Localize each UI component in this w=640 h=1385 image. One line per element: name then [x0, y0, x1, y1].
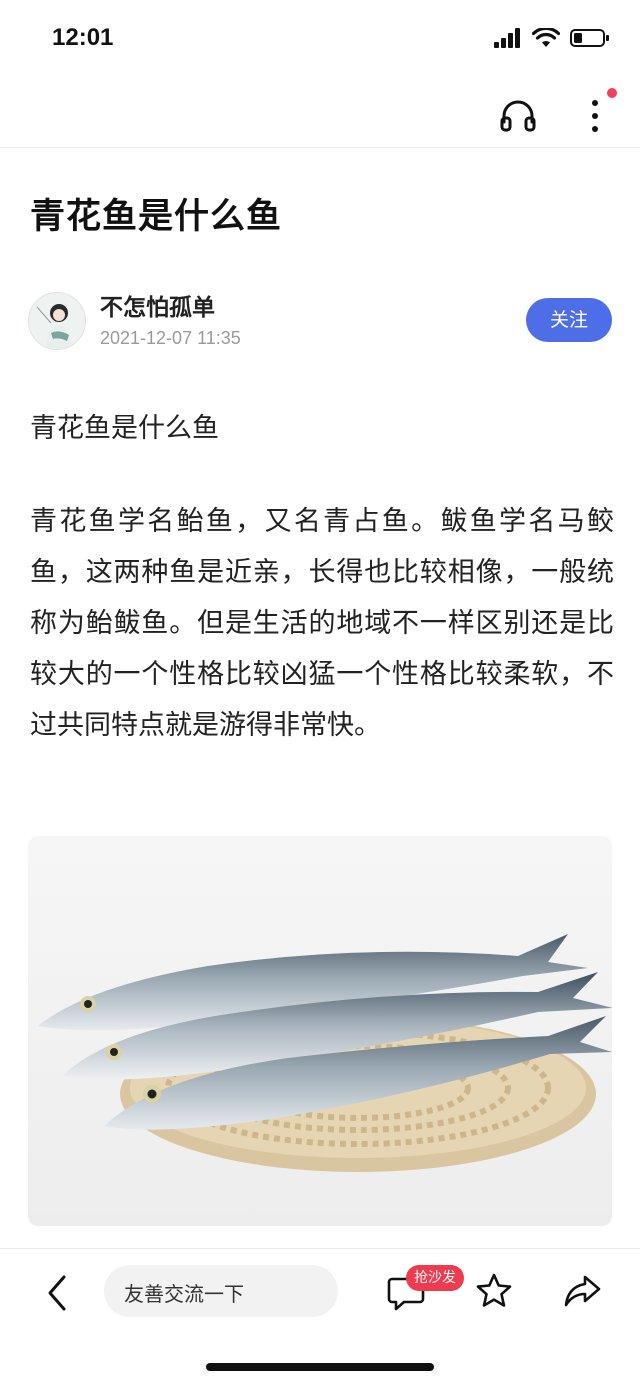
status-bar: 12:01: [0, 0, 640, 80]
top-bar: [0, 80, 640, 148]
wifi-icon: [532, 28, 560, 47]
article-body-paragraph: 青花鱼学名鲐鱼，又名青占鱼。鲅鱼学名马鲛鱼，这两种鱼是近亲，长得也比较相像，一般…: [30, 506, 614, 741]
post-time: 2021-12-07 11:35: [100, 328, 241, 348]
article-title: 青花鱼是什么鱼: [30, 197, 283, 237]
comment-placeholder: 友善交流一下: [124, 1282, 244, 1306]
status-time: 12:01: [52, 24, 114, 51]
follow-button[interactable]: 关注: [526, 298, 612, 342]
home-indicator: [206, 1363, 434, 1371]
article-heading-paragraph: 青花鱼是什么鱼: [30, 413, 219, 444]
headphone-icon[interactable]: [498, 96, 538, 136]
signal-icon: [494, 28, 520, 48]
status-icons: [494, 28, 610, 48]
author-name[interactable]: 不怎怕孤单: [100, 288, 215, 322]
avatar[interactable]: [28, 292, 86, 350]
star-icon[interactable]: [474, 1271, 514, 1311]
share-icon[interactable]: [562, 1271, 602, 1311]
sofa-badge[interactable]: 抢沙发: [406, 1265, 464, 1291]
comment-input[interactable]: 友善交流一下: [104, 1265, 338, 1317]
notification-dot: [607, 88, 617, 98]
fish-image: [28, 836, 612, 1226]
more-vertical-icon[interactable]: [578, 94, 612, 138]
chevron-left-icon[interactable]: [40, 1273, 74, 1313]
battery-icon: [570, 29, 609, 47]
bottom-bar: 友善交流一下 抢沙发: [0, 1248, 640, 1385]
author-row: 不怎怕孤单 2021-12-07 11:35 关注: [0, 284, 640, 360]
